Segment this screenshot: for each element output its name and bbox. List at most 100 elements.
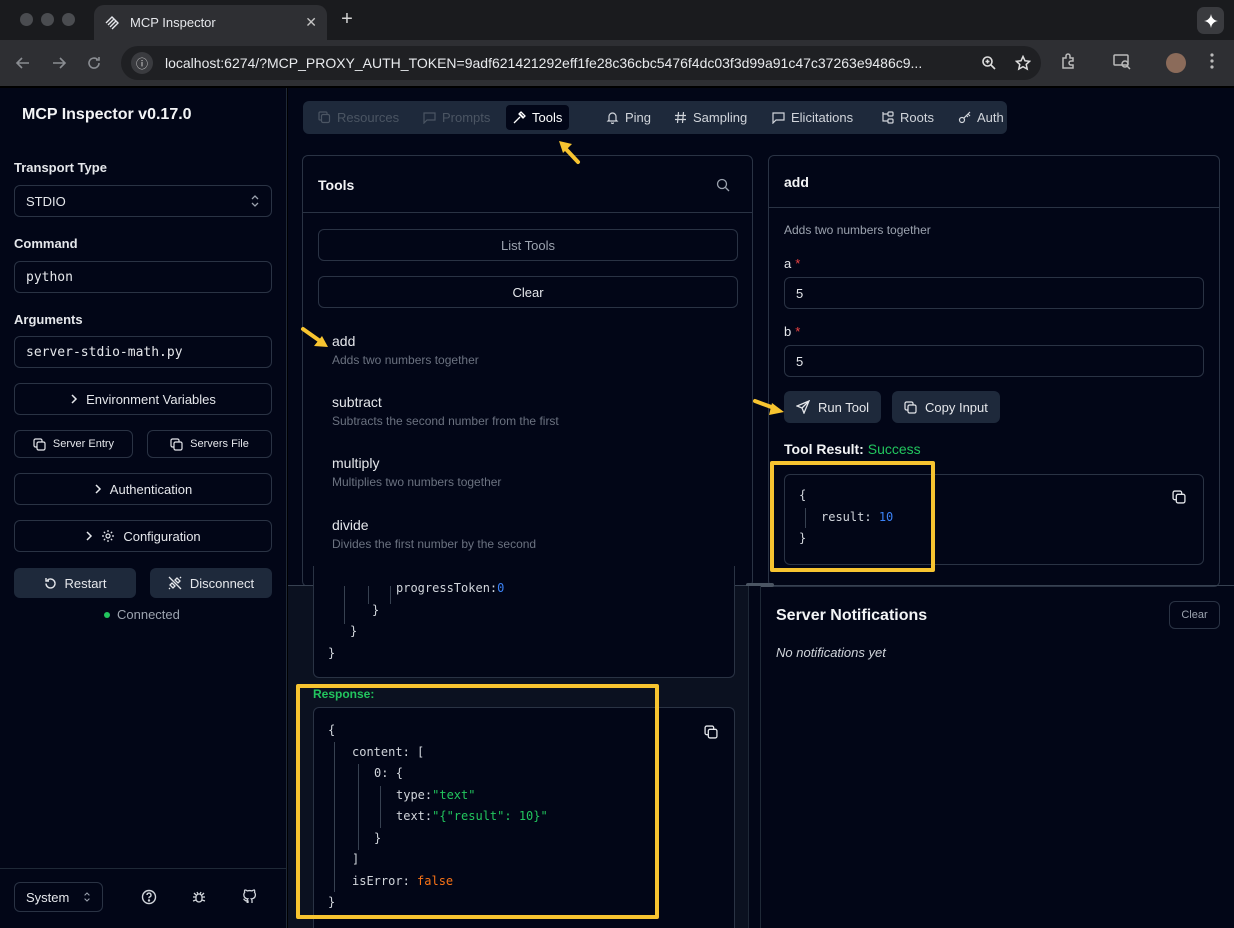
copy-icon (33, 437, 46, 451)
configuration-button[interactable]: Configuration (14, 520, 272, 552)
tab-ping[interactable]: Ping (599, 105, 658, 130)
param-a-input[interactable]: 5 (784, 277, 1204, 309)
clear-button[interactable]: Clear (318, 276, 738, 308)
site-info-icon[interactable]: ⓘ (131, 52, 153, 74)
environment-variables-button[interactable]: Environment Variables (14, 383, 272, 415)
unplug-icon (168, 576, 182, 590)
tab-label: Resources (337, 110, 400, 125)
minimize-window-button[interactable] (41, 13, 54, 26)
tool-item-subtract[interactable]: subtract (332, 394, 382, 410)
back-arrow-icon[interactable] (12, 52, 34, 74)
tab-label: Elicitations (791, 110, 854, 125)
tab-sampling[interactable]: Sampling (667, 105, 754, 130)
copy-icon[interactable] (1172, 490, 1186, 504)
tab-prompts[interactable]: Prompts (416, 105, 497, 130)
browser-toolbar: ⓘ localhost:6274/?MCP_PROXY_AUTH_TOKEN=9… (0, 40, 1234, 87)
menu-dots-icon[interactable] (1204, 52, 1220, 70)
tool-item-add[interactable]: add (332, 333, 355, 349)
run-tool-arrow-icon (753, 399, 784, 415)
param-a-label: a * (784, 256, 801, 271)
restart-button[interactable]: Restart (14, 568, 136, 598)
sidebar-divider (0, 868, 287, 869)
tab-label: Ping (625, 110, 652, 125)
tool-desc: Divides the first number by the second (332, 537, 537, 551)
tool-item-divide[interactable]: divide (332, 517, 369, 533)
reload-icon[interactable] (83, 52, 105, 74)
request-json-tail: progressToken:0 } } } (328, 581, 505, 660)
status-text: Connected (117, 607, 180, 622)
auth-button-label: Authentication (109, 481, 193, 497)
address-bar[interactable]: ⓘ localhost:6274/?MCP_PROXY_AUTH_TOKEN=9… (121, 46, 1041, 80)
mcp-favicon-icon (104, 15, 120, 31)
run-tool-button[interactable]: Run Tool (784, 391, 882, 423)
tab-label: Tools (532, 110, 563, 125)
help-icon[interactable] (141, 889, 157, 905)
gemini-sparkle-icon[interactable] (1197, 7, 1224, 34)
tab-auth[interactable]: Auth (951, 105, 1011, 130)
transport-select[interactable]: STDIO (14, 185, 272, 217)
panel-divider (302, 212, 753, 213)
github-icon[interactable] (242, 889, 258, 905)
tab-label: Sampling (693, 110, 748, 125)
tab-strip: MCP Inspector ✕ + (0, 0, 1234, 40)
arguments-input[interactable]: server-stdio-math.py (14, 336, 272, 368)
copy-input-button[interactable]: Copy Input (892, 391, 1000, 423)
server-entry-label: Server Entry (52, 438, 115, 450)
tab-bar: Resources Prompts Tools Ping Sampling El… (303, 101, 1007, 134)
tool-item-multiply[interactable]: multiply (332, 455, 379, 471)
extensions-icon[interactable] (1060, 52, 1078, 70)
key-icon (958, 111, 971, 124)
forward-arrow-icon[interactable] (48, 52, 70, 74)
result-highlight-box (770, 461, 935, 572)
arguments-label: Arguments (14, 312, 83, 327)
search-icon[interactable] (716, 178, 730, 192)
zoom-icon[interactable] (981, 55, 997, 71)
server-entry-button[interactable]: Server Entry (14, 430, 133, 458)
copy-icon[interactable] (704, 725, 718, 739)
bell-icon (606, 111, 619, 124)
send-icon (796, 400, 810, 414)
restart-icon (44, 577, 57, 590)
history-scrollbar[interactable] (748, 586, 761, 928)
tab-tools[interactable]: Tools (506, 105, 570, 130)
tab-roots[interactable]: Roots (874, 105, 941, 130)
media-search-icon[interactable] (1113, 52, 1131, 70)
add-tool-arrow-icon (301, 327, 328, 347)
param-b-input[interactable]: 5 (784, 345, 1204, 377)
disconnect-button[interactable]: Disconnect (150, 568, 272, 598)
env-button-label: Environment Variables (86, 391, 216, 407)
servers-file-button[interactable]: Servers File (147, 430, 272, 458)
notifications-clear-button[interactable]: Clear (1169, 601, 1220, 629)
hash-icon (674, 111, 687, 124)
bug-icon[interactable] (191, 889, 207, 905)
profile-avatar[interactable] (1166, 53, 1186, 73)
theme-value: System (26, 889, 70, 905)
tab-elicitations[interactable]: Elicitations (765, 105, 860, 130)
tool-result-heading: Tool Result: Success (784, 441, 921, 457)
copy-icon (904, 400, 917, 414)
bookmark-star-icon[interactable] (1015, 55, 1031, 71)
url-text: localhost:6274/?MCP_PROXY_AUTH_TOKEN=9ad… (165, 55, 923, 71)
config-button-label: Configuration (123, 528, 201, 544)
chevron-right-icon (70, 394, 78, 404)
authentication-button[interactable]: Authentication (14, 473, 272, 505)
tab-label: Prompts (442, 110, 491, 125)
new-tab-icon[interactable]: + (336, 9, 358, 31)
panel-divider (768, 207, 1220, 208)
tab-close-icon[interactable]: ✕ (305, 14, 317, 31)
command-input[interactable]: python (14, 261, 272, 293)
json-indent-guide (368, 586, 369, 604)
list-tools-button[interactable]: List Tools (318, 229, 738, 261)
tab-title: MCP Inspector (130, 15, 216, 30)
copy-input-label: Copy Input (925, 399, 988, 415)
browser-chrome: MCP Inspector ✕ + ⓘ localhost:6274/?MCP_… (0, 0, 1234, 87)
tab-resources[interactable]: Resources (311, 105, 406, 130)
theme-select[interactable]: System (14, 882, 103, 912)
browser-tab[interactable]: MCP Inspector ✕ (94, 5, 327, 40)
close-window-button[interactable] (20, 13, 33, 26)
maximize-window-button[interactable] (62, 13, 75, 26)
window-controls[interactable] (20, 13, 75, 26)
restart-label: Restart (64, 575, 107, 591)
tab-label: Auth (977, 110, 1004, 125)
message-square-icon (423, 111, 436, 124)
